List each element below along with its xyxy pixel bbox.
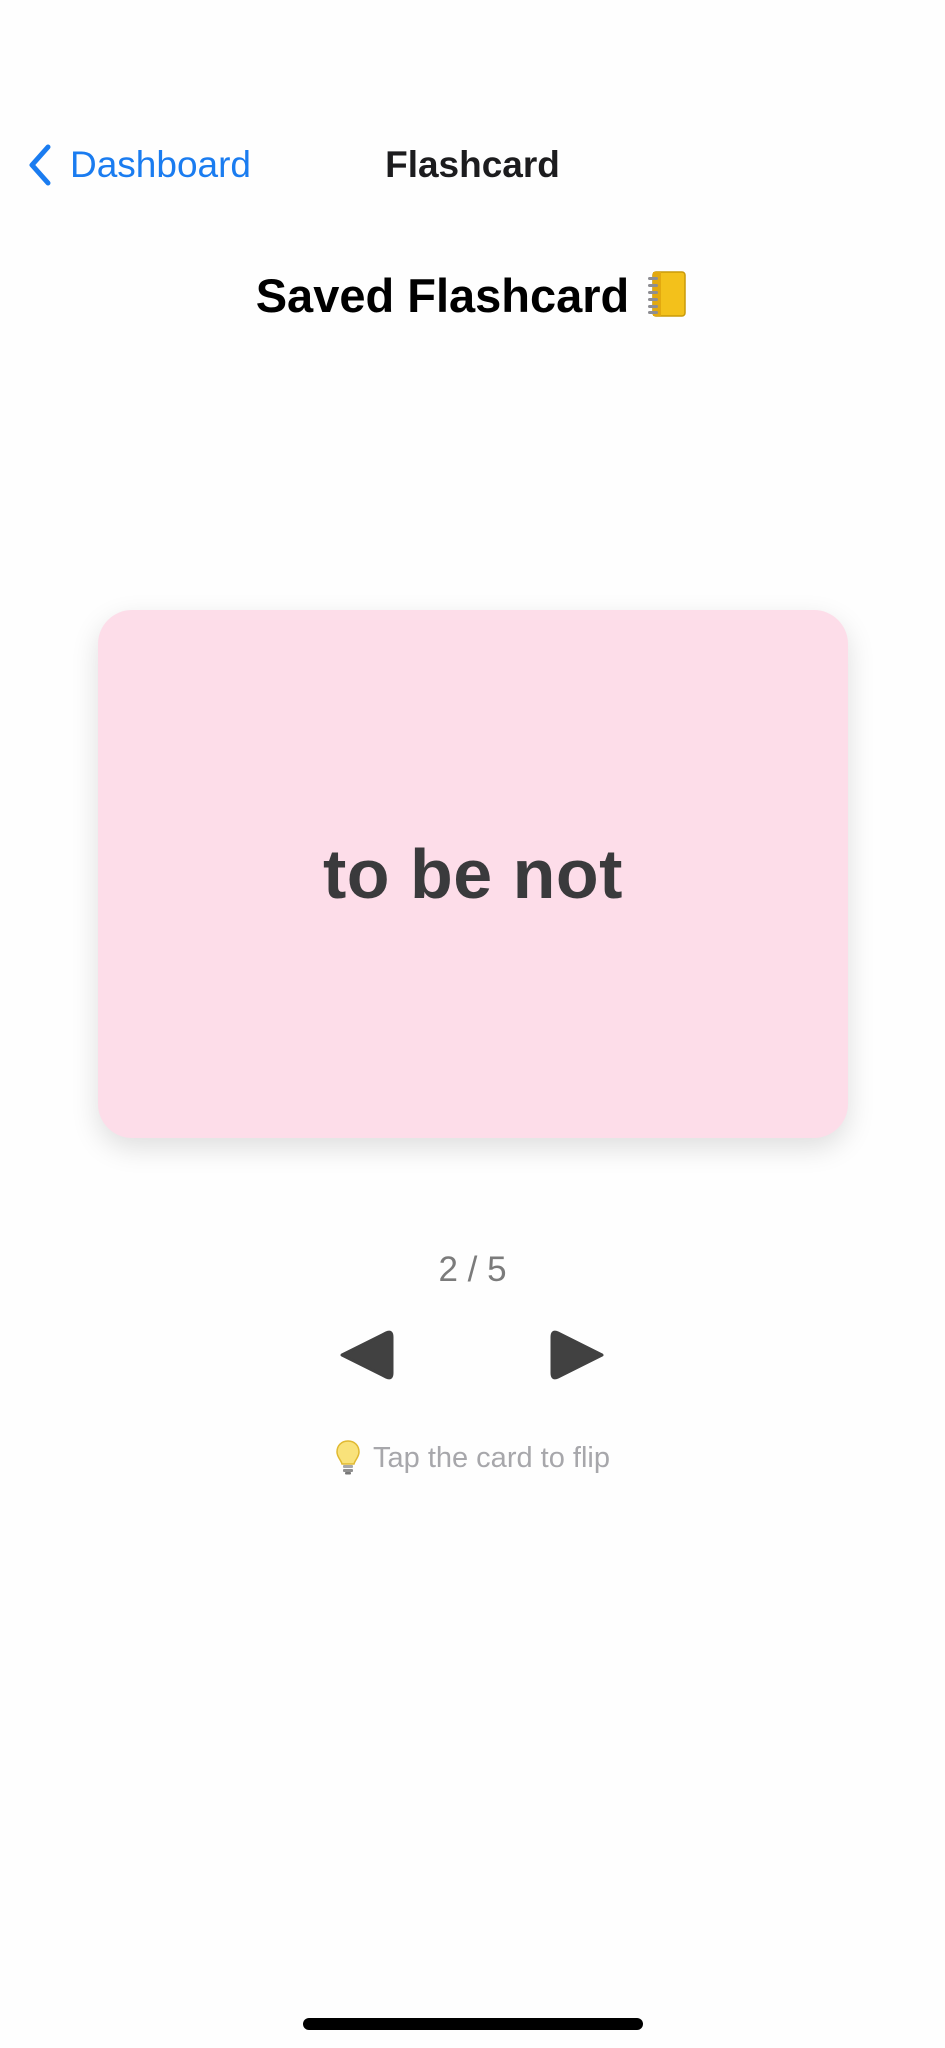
flip-hint: Tap the card to flip: [0, 1438, 945, 1486]
card-counter: 2 / 5: [438, 1250, 507, 1289]
page-title: Saved Flashcard: [0, 268, 945, 330]
home-indicator[interactable]: [303, 2018, 643, 2030]
next-card-button[interactable]: [546, 1328, 606, 1382]
nav-title: Flashcard: [385, 144, 560, 185]
triangle-right-icon: [546, 1328, 606, 1382]
flashcard-text: to be not: [323, 835, 623, 913]
notebook-icon: [645, 270, 689, 330]
triangle-left-icon: [338, 1328, 398, 1382]
page-title-text: Saved Flashcard: [255, 269, 630, 322]
flashcard[interactable]: to be not: [98, 610, 848, 1138]
flip-hint-text: Tap the card to flip: [373, 1442, 610, 1474]
navigation-bar: Dashboard Flashcard: [0, 130, 945, 200]
lightbulb-icon: [335, 1439, 361, 1486]
previous-card-button[interactable]: [338, 1328, 398, 1382]
